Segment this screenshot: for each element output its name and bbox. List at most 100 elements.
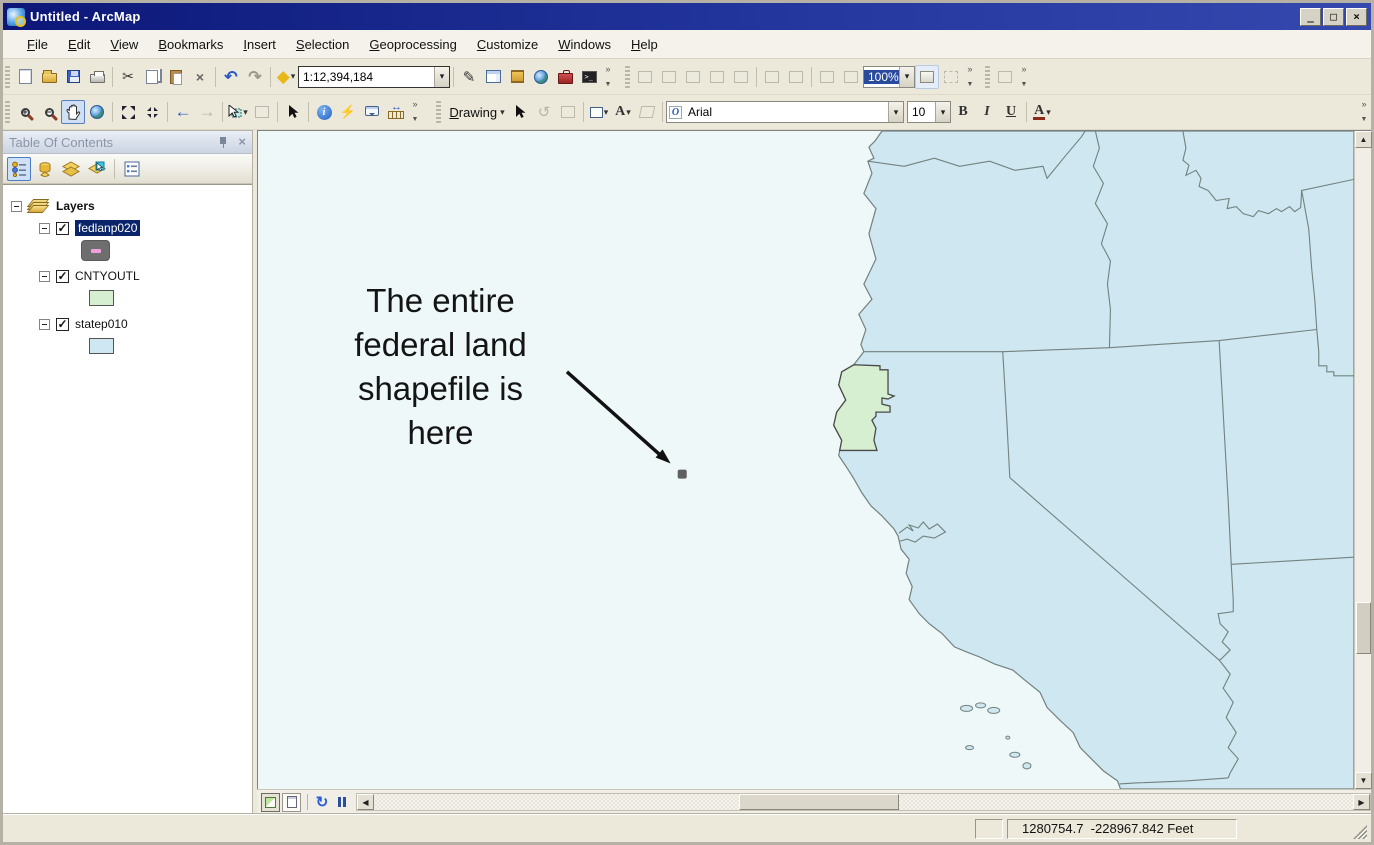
paste-button[interactable] — [164, 65, 188, 89]
collapse-icon[interactable] — [39, 223, 50, 234]
menu-bookmarks[interactable]: Bookmarks — [148, 33, 233, 56]
symbol-row-cntyoutl[interactable] — [11, 287, 252, 309]
layer-checkbox-checked[interactable]: ✓ — [56, 222, 69, 235]
rectangle-draw-tool[interactable]: ▾ — [587, 100, 611, 124]
font-dropdown-button[interactable]: ▾ — [888, 102, 903, 122]
menu-file[interactable]: File — [17, 33, 58, 56]
python-window-button[interactable]: >_ — [577, 65, 601, 89]
open-button[interactable] — [37, 65, 61, 89]
map-scale-combobox[interactable]: 1:12,394,184 ▾ — [298, 66, 450, 88]
measure-tool[interactable] — [384, 100, 408, 124]
collapse-icon[interactable] — [11, 201, 22, 212]
scale-dropdown-button[interactable]: ▾ — [434, 67, 449, 87]
toolbar-overflow-button[interactable]: »▼ — [1357, 99, 1371, 125]
font-name-combobox[interactable]: O Arial ▾ — [666, 101, 904, 123]
toolbar-overflow-button[interactable]: »▼ — [601, 64, 615, 90]
save-button[interactable] — [61, 65, 85, 89]
layer-row-statep010[interactable]: ✓ statep010 — [11, 313, 252, 335]
search-window-button[interactable] — [529, 65, 553, 89]
toolbar-grip[interactable] — [5, 66, 10, 88]
print-button[interactable] — [85, 65, 109, 89]
fedlanp020-symbol-swatch[interactable] — [81, 240, 110, 261]
list-by-source-button[interactable] — [33, 157, 57, 181]
identify-tool[interactable]: i — [312, 100, 336, 124]
go-back-extent-button[interactable]: ← — [171, 100, 195, 124]
underline-button[interactable]: U — [999, 100, 1023, 124]
layers-root-row[interactable]: Layers — [11, 195, 252, 217]
editor-toolbar-button[interactable]: ✎ — [457, 65, 481, 89]
pan-tool[interactable] — [61, 100, 85, 124]
text-draw-tool[interactable]: A▾ — [611, 100, 635, 124]
layer-checkbox-checked[interactable]: ✓ — [56, 318, 69, 331]
toolbar-grip[interactable] — [436, 101, 441, 123]
minimize-button[interactable]: _ — [1300, 8, 1321, 26]
toolbar-grip[interactable] — [625, 66, 630, 88]
redo-button[interactable]: ↷ — [243, 65, 267, 89]
symbol-row-statep010[interactable] — [11, 335, 252, 357]
close-button[interactable]: × — [1346, 8, 1367, 26]
refresh-view-button[interactable]: ↻ — [312, 793, 332, 812]
zoom-percent-dropdown-button[interactable]: ▾ — [899, 67, 914, 87]
pause-drawing-button[interactable] — [332, 793, 352, 812]
layers-root-label[interactable]: Layers — [56, 199, 95, 213]
toolbar-grip[interactable] — [985, 66, 990, 88]
cntyoutl-symbol-swatch[interactable] — [89, 290, 114, 306]
drawing-menu-button[interactable]: Drawing ▾ — [444, 100, 508, 124]
list-by-visibility-button[interactable] — [59, 157, 83, 181]
map-vertical-scrollbar[interactable]: ▲ ▼ — [1354, 131, 1371, 789]
font-color-button[interactable]: A▾ — [1030, 100, 1054, 124]
horizontal-scroll-thumb[interactable] — [739, 794, 899, 810]
fixed-zoom-out-button[interactable] — [140, 100, 164, 124]
toc-header[interactable]: Table Of Contents × — [3, 131, 252, 154]
arctoolbox-button[interactable] — [553, 65, 577, 89]
scroll-left-button[interactable]: ◀ — [357, 794, 374, 810]
layer-checkbox-checked[interactable]: ✓ — [56, 270, 69, 283]
new-document-button[interactable] — [13, 65, 37, 89]
italic-button[interactable]: I — [975, 100, 999, 124]
layout-view-button[interactable] — [282, 793, 301, 812]
maximize-button[interactable]: □ — [1323, 8, 1344, 26]
scroll-up-button[interactable]: ▲ — [1355, 131, 1372, 148]
undo-button[interactable]: ↶ — [219, 65, 243, 89]
menu-customize[interactable]: Customize — [467, 33, 548, 56]
toolbar-overflow-button[interactable]: »▼ — [963, 64, 977, 90]
list-by-selection-button[interactable] — [85, 157, 109, 181]
delete-button[interactable]: × — [188, 65, 212, 89]
collapse-icon[interactable] — [39, 319, 50, 330]
layout-zoom-percent-combobox[interactable]: 100% ▾ — [863, 66, 915, 88]
toolbar-grip[interactable] — [5, 101, 10, 123]
menu-view[interactable]: View — [100, 33, 148, 56]
toc-options-button[interactable] — [120, 157, 144, 181]
toggle-draft-mode-button[interactable] — [915, 65, 939, 89]
menu-help[interactable]: Help — [621, 33, 668, 56]
list-by-drawing-order-button[interactable] — [7, 157, 31, 181]
vertical-scroll-thumb[interactable] — [1356, 602, 1371, 654]
bold-button[interactable]: B — [951, 100, 975, 124]
layer-label-fedlanp020[interactable]: fedlanp020 — [75, 220, 140, 236]
font-size-combobox[interactable]: 10 ▾ — [907, 101, 951, 123]
full-extent-button[interactable] — [85, 100, 109, 124]
menu-insert[interactable]: Insert — [233, 33, 286, 56]
window-resize-grip[interactable] — [1353, 825, 1367, 839]
federal-land-point[interactable] — [678, 470, 687, 479]
collapse-icon[interactable] — [39, 271, 50, 282]
font-size-dropdown-button[interactable]: ▾ — [935, 102, 950, 122]
symbol-row-fedlanp020[interactable] — [11, 239, 252, 261]
scroll-right-button[interactable]: ▶ — [1353, 794, 1370, 810]
layer-label-cntyoutl[interactable]: CNTYOUTL — [75, 269, 140, 283]
cut-button[interactable]: ✂ — [116, 65, 140, 89]
copy-button[interactable] — [140, 65, 164, 89]
fixed-zoom-in-button[interactable] — [116, 100, 140, 124]
toc-close-icon[interactable]: × — [238, 136, 246, 148]
toolbar-overflow-button[interactable]: »▼ — [408, 99, 422, 125]
pin-icon[interactable] — [218, 136, 230, 148]
menu-geoprocessing[interactable]: Geoprocessing — [359, 33, 466, 56]
html-popup-tool[interactable] — [360, 100, 384, 124]
scroll-down-button[interactable]: ▼ — [1355, 772, 1372, 789]
layer-row-fedlanp020[interactable]: ✓ fedlanp020 — [11, 217, 252, 239]
layer-label-statep010[interactable]: statep010 — [75, 317, 128, 331]
menu-selection[interactable]: Selection — [286, 33, 359, 56]
menu-edit[interactable]: Edit — [58, 33, 100, 56]
select-elements-tool[interactable] — [281, 100, 305, 124]
table-of-contents-window-button[interactable] — [481, 65, 505, 89]
